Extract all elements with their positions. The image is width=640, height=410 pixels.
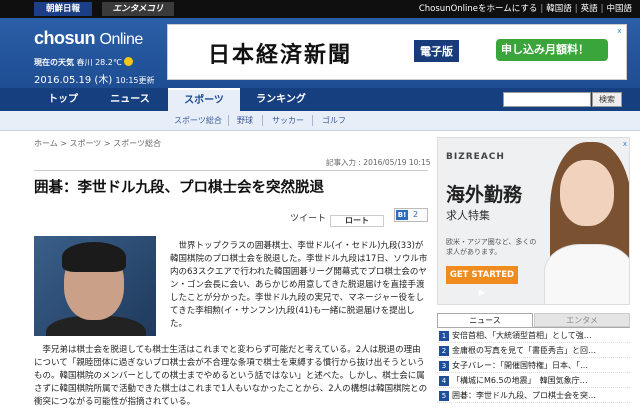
subnav-soccer[interactable]: サッカー xyxy=(272,115,304,126)
photo-subject-hair xyxy=(62,242,126,272)
english-link[interactable]: 英語 xyxy=(581,4,598,14)
nav-ranking[interactable]: ランキング xyxy=(246,88,316,111)
logo-main-text: chosun xyxy=(34,28,96,48)
ad-description: 欧米・アジア圏など、多くの求人があります。 xyxy=(446,238,537,256)
subnav-divider xyxy=(262,115,263,126)
article-headline: 囲碁：李世ドル九段、プロ棋士会を突然脱退 xyxy=(34,180,324,196)
rank-number: 4 xyxy=(439,376,449,386)
article-paragraph: 李兄弟は棋士会を脱退しても棋士生活はこれまでと変わらず可能だと考えている。2人は… xyxy=(34,345,428,407)
tweet-label: ツイート xyxy=(290,214,327,224)
set-homepage-link[interactable]: ChosunOnlineをホームにする xyxy=(419,4,537,14)
ranking-list: 1 安倍首相、「大統領型首相」として強… 2 金庸根の写真を見て「書臣秀吉」と回… … xyxy=(437,327,630,403)
ranking-tabs: ニュース エンタメ xyxy=(437,313,630,327)
hatena-count: 2 xyxy=(413,210,419,219)
search-input[interactable] xyxy=(503,92,591,107)
ranking-item-title[interactable]: 金庸根の写真を見て「書臣秀吉」と回… xyxy=(452,346,596,355)
site-header: chosun Online 現在の天気 春川 28.2℃ 2016.05.19 … xyxy=(0,18,640,88)
chosun-ilbo-link[interactable]: 朝鮮日報 xyxy=(34,2,92,16)
subnav-golf[interactable]: ゴルフ xyxy=(322,115,346,126)
ad-model-shirt xyxy=(544,244,629,304)
hatena-icon: B! xyxy=(396,210,408,220)
ranking-item-title[interactable]: 囲碁：李世ドル九段、プロ棋士会を突… xyxy=(452,391,596,400)
search-button[interactable]: 検索 xyxy=(592,92,622,107)
article-paragraph: 世界トップクラスの囲碁棋士、李世ドル(イ・セドル)九段(33)が韓国棋院のプロ棋… xyxy=(170,241,428,329)
ad-close-icon[interactable]: x xyxy=(615,27,624,36)
subnav-baseball[interactable]: 野球 xyxy=(237,115,253,126)
rank-number: 3 xyxy=(439,361,449,371)
article-byline: 記事入力 : 2016/05/19 10:15 xyxy=(326,158,431,167)
hatena-bookmark-button[interactable]: B! 2 xyxy=(394,208,428,222)
chinese-link[interactable]: 中国語 xyxy=(606,4,632,14)
tweet-icon[interactable]: ロート xyxy=(330,215,385,227)
rank-number: 1 xyxy=(439,331,449,341)
rank-number: 2 xyxy=(439,346,449,356)
ad-close-icon[interactable]: x xyxy=(623,140,627,148)
ranking-item[interactable]: 4 「構城にM6.5の地震」 韓国気象庁… xyxy=(437,373,630,388)
ranking-item[interactable]: 2 金庸根の写真を見て「書臣秀吉」と回… xyxy=(437,343,630,358)
update-datetime: 2016.05.19 (木) 10:15更新 xyxy=(34,71,155,86)
rank-number: 5 xyxy=(439,391,449,401)
current-date: 2016.05.19 (木) xyxy=(34,75,113,86)
ad-model-face xyxy=(560,160,614,226)
entame-korea-link[interactable]: エンタメコリア xyxy=(102,2,174,28)
tweet-share[interactable]: ツイート ロート xyxy=(290,211,385,227)
nav-sports[interactable]: スポーツ xyxy=(168,88,240,111)
update-time: 10:15更新 xyxy=(115,76,155,85)
ranking-item[interactable]: 1 安倍首相、「大統領型首相」として強… xyxy=(437,328,630,343)
main-nav: トップ ニュース スポーツ ランキング 検索 xyxy=(0,88,640,111)
ranking-item[interactable]: 5 囲碁：李世ドル九段、プロ棋士会を突… xyxy=(437,388,630,403)
article-photo xyxy=(34,236,156,336)
ad-apply-button[interactable]: 申し込み月額料！ xyxy=(496,39,608,61)
ranking-item-title[interactable]: 安倍首相、「大統領型首相」として強… xyxy=(452,331,592,340)
top-links: ChosunOnlineをホームにする | 韓国語 | 英語 | 中国語 xyxy=(418,4,632,14)
weather-info: 現在の天気 春川 28.2℃ xyxy=(34,57,133,68)
ad-digital-badge: 電子版 xyxy=(414,40,459,62)
title-divider xyxy=(34,170,428,171)
breadcrumb[interactable]: ホーム > スポーツ > スポーツ総合 xyxy=(34,138,161,149)
ad-subhead: 求人特集 xyxy=(446,209,490,222)
tab-news[interactable]: ニュース xyxy=(437,313,533,327)
logo-sub-text: Online xyxy=(99,31,144,48)
site-logo[interactable]: chosun Online xyxy=(34,28,143,49)
ranking-item[interactable]: 3 女子バレー：「開催国特権」日本、「… xyxy=(437,358,630,373)
nav-top[interactable]: トップ xyxy=(34,88,92,111)
bizreach-side-ad[interactable]: BIZREACH 海外勤務 求人特集 欧米・アジア圏など、多くの求人があります。… xyxy=(437,137,630,305)
korean-link[interactable]: 韓国語 xyxy=(546,4,572,14)
ad-get-started-button[interactable]: GET STARTED ▶ xyxy=(446,266,518,298)
sun-icon xyxy=(123,57,133,66)
ranking-item-title[interactable]: 女子バレー：「開催国特権」日本、「… xyxy=(452,361,588,370)
sub-nav: スポーツ総合 野球 サッカー ゴルフ xyxy=(0,111,640,131)
subnav-divider xyxy=(312,115,313,126)
top-bar: 朝鮮日報 エンタメコリア ChosunOnlineをホームにする|韓国語|英語|… xyxy=(0,0,640,28)
ad-brand: BIZREACH xyxy=(446,152,505,162)
subnav-sports-general[interactable]: スポーツ総合 xyxy=(174,115,222,126)
subnav-divider xyxy=(228,115,229,126)
ad-newspaper-name: 日本経済新聞 xyxy=(208,42,353,68)
weather-city-temp: 春川 28.2℃ xyxy=(76,58,122,67)
ranking-item-title[interactable]: 「構城にM6.5の地震」 韓国気象庁… xyxy=(452,376,588,385)
ad-headline: 海外勤務 xyxy=(446,184,523,206)
tab-entertainment[interactable]: エンタメ xyxy=(534,313,630,327)
nikkei-banner-ad[interactable]: 日本経済新聞 電子版 申し込み月額料！ x xyxy=(167,24,627,80)
nav-news[interactable]: ニュース xyxy=(96,88,164,111)
weather-label: 現在の天気 xyxy=(34,58,74,67)
